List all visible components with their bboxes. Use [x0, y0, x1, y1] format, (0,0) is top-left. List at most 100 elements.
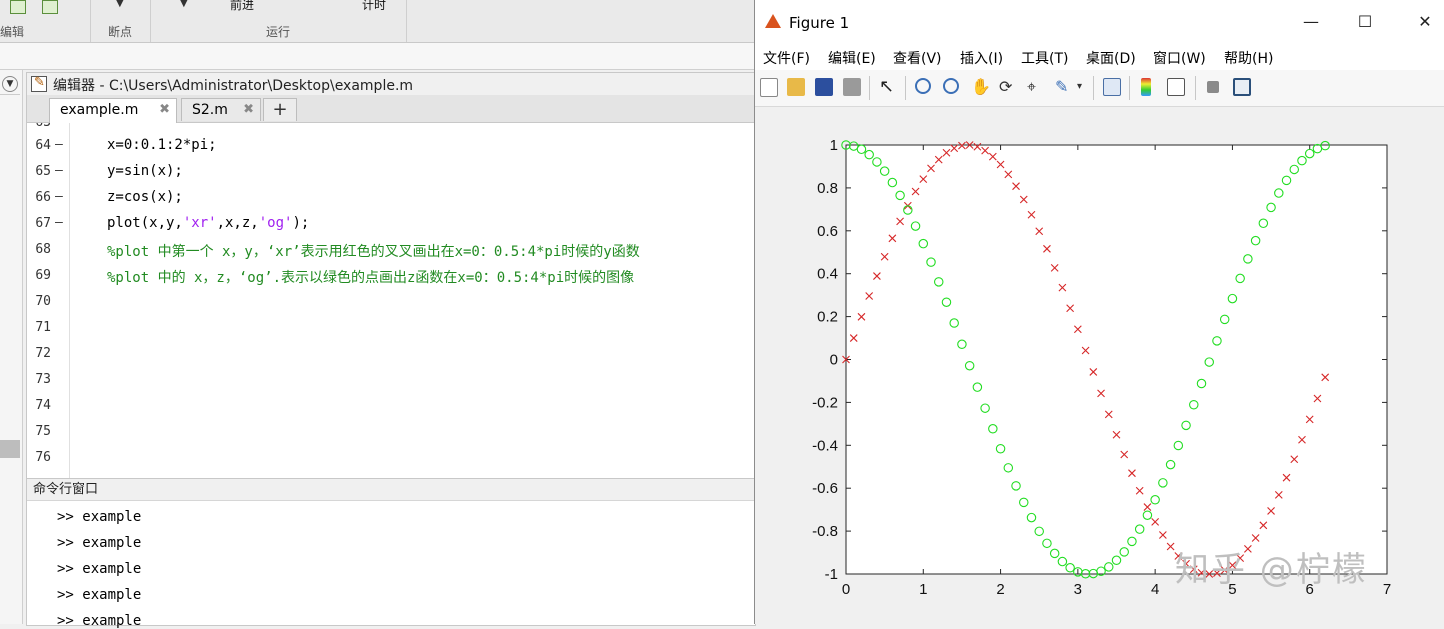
menu-view[interactable]: 查看(V)	[893, 48, 942, 68]
tab-s2-m[interactable]: S2.m ✖	[181, 98, 261, 121]
axes-box	[845, 144, 1388, 575]
comment-icon[interactable]	[42, 0, 58, 14]
toolbar-separator	[1195, 76, 1196, 100]
figure-titlebar: Figure 1 — ☐ ✕	[755, 0, 1444, 44]
command-line: >> example	[57, 587, 142, 603]
tab-example-m[interactable]: example.m ✖	[49, 98, 177, 123]
line-number: 69	[35, 268, 51, 283]
code-token: );	[292, 215, 310, 231]
data-cursor-icon[interactable]: ⌖	[1027, 78, 1045, 96]
tab-label: example.m	[60, 102, 139, 118]
y-tick-label: 1	[830, 137, 838, 154]
x-tick-label: 0	[842, 581, 850, 598]
line-number: 68	[35, 242, 51, 257]
toolbar-separator	[1093, 76, 1094, 100]
menu-edit[interactable]: 编辑(E)	[828, 48, 876, 68]
breakpoints-dropdown-icon[interactable]: ▼	[116, 0, 124, 9]
group-label-breakpoints: 断点	[107, 25, 132, 39]
line-number: 70	[35, 294, 51, 309]
x-tick-label: 1	[919, 581, 927, 598]
advance-button[interactable]: 前进	[230, 0, 254, 13]
run-dropdown-icon[interactable]: ▼	[180, 0, 188, 9]
comment-line: %plot 中的 x，z，‘og’.表示以绿色的点画出z函数在x=0：0.5:4…	[107, 270, 635, 286]
close-tab-icon[interactable]: ✖	[243, 99, 254, 121]
line-number: 63	[31, 123, 51, 130]
tab-label: S2.m	[192, 102, 228, 118]
brush-dropdown-icon[interactable]: ▾	[1077, 78, 1085, 96]
colorbar-icon[interactable]	[1141, 78, 1151, 96]
run-and-time-button[interactable]: 计时	[362, 0, 386, 13]
menu-file[interactable]: 文件(F)	[763, 48, 810, 68]
menu-insert[interactable]: 插入(I)	[960, 48, 1003, 68]
editor-title: 编辑器 - C:\Users\Administrator\Desktop\exa…	[53, 78, 414, 94]
show-plot-tools-icon[interactable]	[1233, 78, 1251, 96]
figure-toolbar: ↖ ✋ ⟳ ⌖ ✎ ▾	[755, 70, 1444, 107]
line-number: 71	[35, 320, 51, 335]
toolbar-separator	[869, 76, 870, 100]
print-icon[interactable]	[843, 78, 861, 96]
line-number: 65	[35, 164, 51, 179]
figure-title: Figure 1	[789, 14, 850, 32]
x-tick-label: 2	[996, 581, 1004, 598]
menu-help[interactable]: 帮助(H)	[1224, 48, 1273, 68]
menu-desktop[interactable]: 桌面(D)	[1086, 48, 1136, 68]
toolbar-separator	[905, 76, 906, 100]
maximize-button[interactable]: ☐	[1355, 12, 1375, 31]
panel-menu-icon[interactable]: ▼	[2, 76, 18, 92]
line-number: 75	[35, 424, 51, 439]
y-tick-label: -0.4	[812, 437, 838, 454]
rotate-icon[interactable]: ⟳	[999, 78, 1017, 96]
x-tick-label: 4	[1151, 581, 1159, 598]
code-line: x=0:0.1:2*pi;	[107, 137, 217, 153]
y-tick-label: -1	[825, 566, 838, 583]
save-icon[interactable]	[815, 78, 833, 96]
hide-plot-tools-icon[interactable]	[1207, 81, 1219, 93]
command-line: >> example	[57, 613, 142, 629]
menu-window[interactable]: 窗口(W)	[1153, 48, 1206, 68]
watermark: 知乎 @柠檬	[1175, 550, 1368, 590]
pan-icon[interactable]: ✋	[971, 78, 991, 96]
code-line: z=cos(x);	[107, 189, 183, 205]
line-number: 64	[35, 138, 51, 153]
code-area[interactable]: 63 64 — x=0:0.1:2*pi; 65 — y=sin(x); 66 …	[27, 123, 755, 478]
breakpoint-marker[interactable]: —	[55, 215, 63, 230]
brush-icon[interactable]: ✎	[1055, 78, 1073, 96]
command-line: >> example	[57, 509, 142, 525]
open-file-icon[interactable]	[787, 78, 805, 96]
y-tick-label: 0.6	[817, 223, 838, 240]
panel-scroll-thumb[interactable]	[0, 440, 20, 458]
line-number: 66	[35, 190, 51, 205]
line-number: 72	[35, 346, 51, 361]
code-token: ,x,z,	[216, 215, 259, 231]
axes-container[interactable]: 0 1 2 3 4 5 6 7 1 0.8 0.6 0.4 0.2 0 -0.2 -0.4 -0.6 -0.8 -1…	[755, 107, 1444, 624]
current-folder-panel: ▼	[0, 70, 23, 624]
line-number: 76	[35, 450, 51, 465]
legend-icon[interactable]	[1167, 78, 1185, 96]
new-figure-icon[interactable]	[760, 78, 778, 97]
matlab-toolstrip: 编辑 ▼ 断点 ▼ 前进 计时 运行	[0, 0, 754, 43]
close-button[interactable]: ✕	[1415, 12, 1435, 31]
editor-tab-bar: example.m ✖ S2.m ✖ +	[27, 95, 755, 123]
command-window: 命令行窗口 >> example >> example >> example >…	[26, 478, 756, 629]
close-tab-icon[interactable]: ✖	[159, 99, 170, 121]
zoom-out-icon[interactable]	[943, 78, 959, 94]
group-label-run: 运行	[265, 25, 290, 39]
y-tick-label: -0.6	[812, 480, 838, 497]
zoom-in-icon[interactable]	[915, 78, 931, 94]
y-tick-label: -0.8	[812, 523, 838, 540]
breakpoint-marker[interactable]: —	[55, 189, 63, 204]
minimize-button[interactable]: —	[1301, 12, 1321, 31]
toolstrip-group-breakpoints: ▼ 断点	[90, 0, 151, 42]
toolbar-separator	[1129, 76, 1130, 100]
menu-tools[interactable]: 工具(T)	[1021, 48, 1068, 68]
add-tab-button[interactable]: +	[263, 98, 297, 121]
line-number: 73	[35, 372, 51, 387]
string-token: 'xr'	[182, 215, 217, 231]
insert-section-icon[interactable]	[10, 0, 26, 14]
link-icon[interactable]	[1103, 78, 1121, 96]
string-token: 'og'	[258, 215, 293, 231]
breakpoint-marker[interactable]: —	[55, 137, 63, 152]
y-tick-label: 0.4	[817, 266, 838, 283]
breakpoint-marker[interactable]: —	[55, 163, 63, 178]
pointer-icon[interactable]: ↖	[879, 78, 897, 96]
